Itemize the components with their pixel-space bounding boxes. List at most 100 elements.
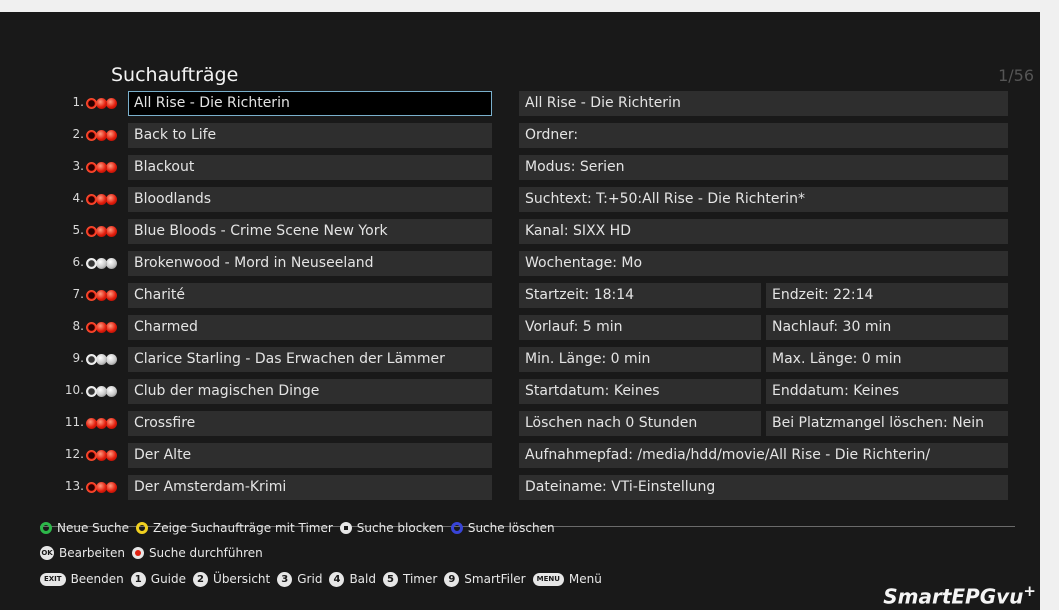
key-3-icon[interactable]: 3	[277, 571, 293, 587]
legend-edit: Bearbeiten	[59, 546, 125, 560]
detail-min-length: Min. Länge: 0 min	[519, 347, 761, 372]
list-item[interactable]: 2. Back to Life	[40, 123, 492, 148]
brand-name: SmartEPGvu	[883, 584, 1024, 609]
list-item[interactable]: 4. Bloodlands	[40, 187, 492, 212]
detail-weekdays: Wochentage: Mo	[519, 251, 1008, 276]
blue-button-icon[interactable]	[450, 522, 463, 534]
list-item[interactable]: 5. Blue Bloods - Crime Scene New York	[40, 219, 492, 244]
detail-mode: Modus: Serien	[519, 155, 1008, 180]
detail-end-time: Endzeit: 22:14	[766, 283, 1008, 308]
legend-row-1: Neue Suche Zeige Suchaufträge mit Timer …	[40, 519, 562, 537]
detail-max-length: Max. Länge: 0 min	[766, 347, 1008, 372]
list-item-name[interactable]: Back to Life	[128, 123, 492, 148]
list-item-number: 1.	[72, 95, 84, 109]
legend-timer: Timer	[402, 572, 438, 586]
list-item-number: 5.	[72, 223, 84, 237]
timer-status-icon	[86, 482, 119, 493]
stop-button-icon[interactable]	[339, 522, 352, 534]
epg-screen: Suchaufträge 1/56 1. All Rise - Die Richt…	[0, 12, 1040, 610]
timer-status-icon	[86, 322, 119, 333]
list-item[interactable]: 11. Crossfire	[40, 411, 492, 436]
list-item-name[interactable]: Charmed	[128, 315, 492, 340]
brand-logo: SmartEPGvu+	[883, 582, 1036, 609]
menu-key-icon[interactable]: MENU	[532, 572, 564, 586]
detail-searchtext: Suchtext: T:+50:All Rise - Die Richterin…	[519, 187, 1008, 212]
list-item-name[interactable]: Bloodlands	[128, 187, 492, 212]
list-item-number: 10.	[64, 383, 84, 397]
detail-start-date: Startdatum: Keines	[519, 379, 761, 404]
legend-delete-search: Suche löschen	[467, 521, 555, 535]
timer-status-icon	[86, 162, 119, 173]
key-2-icon[interactable]: 2	[193, 571, 209, 587]
detail-folder: Ordner:	[519, 123, 1008, 148]
ok-button-icon[interactable]: OK	[40, 546, 54, 560]
timer-status-icon	[86, 418, 119, 429]
record-button-icon[interactable]	[131, 547, 144, 559]
detail-start-time: Startzeit: 18:14	[519, 283, 761, 308]
legend-row-3: EXIT Beenden 1 Guide 2 Übersicht 3 Grid …	[40, 570, 609, 588]
key-5-icon[interactable]: 5	[382, 571, 398, 587]
list-item[interactable]: 9. Clarice Starling - Das Erwachen der Lä…	[40, 347, 492, 372]
list-item-number: 13.	[64, 479, 84, 493]
timer-status-icon	[86, 386, 119, 397]
legend-smartfiler: SmartFiler	[464, 572, 526, 586]
list-item[interactable]: 6. Brokenwood - Mord in Neuseeland	[40, 251, 492, 276]
timer-status-icon	[86, 258, 119, 269]
list-item-name[interactable]: Crossfire	[128, 411, 492, 436]
timer-status-icon	[86, 354, 119, 365]
key-1-icon[interactable]: 1	[130, 571, 146, 587]
list-item-number: 7.	[72, 287, 84, 301]
legend-soon: Bald	[349, 572, 376, 586]
list-item[interactable]: 8. Charmed	[40, 315, 492, 340]
list-item[interactable]: 10. Club der magischen Dinge	[40, 379, 492, 404]
legend-run-search: Suche durchführen	[148, 546, 263, 560]
timer-status-icon	[86, 450, 119, 461]
legend-menu: Menü	[568, 572, 602, 586]
list-item-name[interactable]: Der Alte	[128, 443, 492, 468]
list-item-number: 2.	[72, 127, 84, 141]
legend-overview: Übersicht	[213, 572, 271, 586]
detail-title: All Rise - Die Richterin	[519, 91, 1008, 116]
legend-grid: Grid	[297, 572, 323, 586]
list-item-number: 6.	[72, 255, 84, 269]
list-item-name[interactable]: Clarice Starling - Das Erwachen der Lämm…	[128, 347, 492, 372]
list-item[interactable]: 3. Blackout	[40, 155, 492, 180]
legend-row-2: OK Bearbeiten Suche durchführen	[40, 544, 270, 562]
exit-key-icon[interactable]: EXIT	[40, 572, 66, 586]
list-item-number: 4.	[72, 191, 84, 205]
list-item-name[interactable]: Brokenwood - Mord in Neuseeland	[128, 251, 492, 276]
list-item[interactable]: 1. All Rise - Die Richterin	[40, 91, 492, 116]
legend-show-with-timer: Zeige Suchaufträge mit Timer	[152, 521, 333, 535]
green-button-icon[interactable]	[40, 522, 52, 534]
list-item-name-selected[interactable]: All Rise - Die Richterin	[128, 91, 492, 116]
list-item-name[interactable]: Der Amsterdam-Krimi	[128, 475, 492, 500]
key-4-icon[interactable]: 4	[329, 571, 345, 587]
yellow-button-icon[interactable]	[135, 522, 148, 534]
list-item[interactable]: 12. Der Alte	[40, 443, 492, 468]
legend-new-search: Neue Suche	[57, 521, 129, 535]
key-9-icon[interactable]: 9	[444, 571, 460, 587]
brand-plus: +	[1023, 582, 1036, 600]
list-item-number: 8.	[72, 319, 84, 333]
list-item-number: 9.	[72, 351, 84, 365]
list-item[interactable]: 7. Charité	[40, 283, 492, 308]
detail-delete-on-space: Bei Platzmangel löschen: Nein	[766, 411, 1008, 436]
timer-status-icon	[86, 98, 119, 109]
detail-lead: Vorlauf: 5 min	[519, 315, 761, 340]
legend-exit: Beenden	[70, 572, 124, 586]
detail-record-path: Aufnahmepfad: /media/hdd/movie/All Rise …	[519, 443, 1008, 468]
timer-status-icon	[86, 226, 119, 237]
list-item-name[interactable]: Blue Bloods - Crime Scene New York	[128, 219, 492, 244]
page-counter: 1/56	[998, 66, 1034, 85]
detail-delete-after: Löschen nach 0 Stunden	[519, 411, 761, 436]
timer-status-icon	[86, 194, 119, 205]
list-item[interactable]: 13. Der Amsterdam-Krimi	[40, 475, 492, 500]
detail-lag: Nachlauf: 30 min	[766, 315, 1008, 340]
list-item-name[interactable]: Blackout	[128, 155, 492, 180]
list-item-number: 12.	[64, 447, 84, 461]
detail-end-date: Enddatum: Keines	[766, 379, 1008, 404]
list-item-name[interactable]: Club der magischen Dinge	[128, 379, 492, 404]
list-item-number: 11.	[64, 415, 84, 429]
detail-filename: Dateiname: VTi-Einstellung	[519, 475, 1008, 500]
list-item-name[interactable]: Charité	[128, 283, 492, 308]
